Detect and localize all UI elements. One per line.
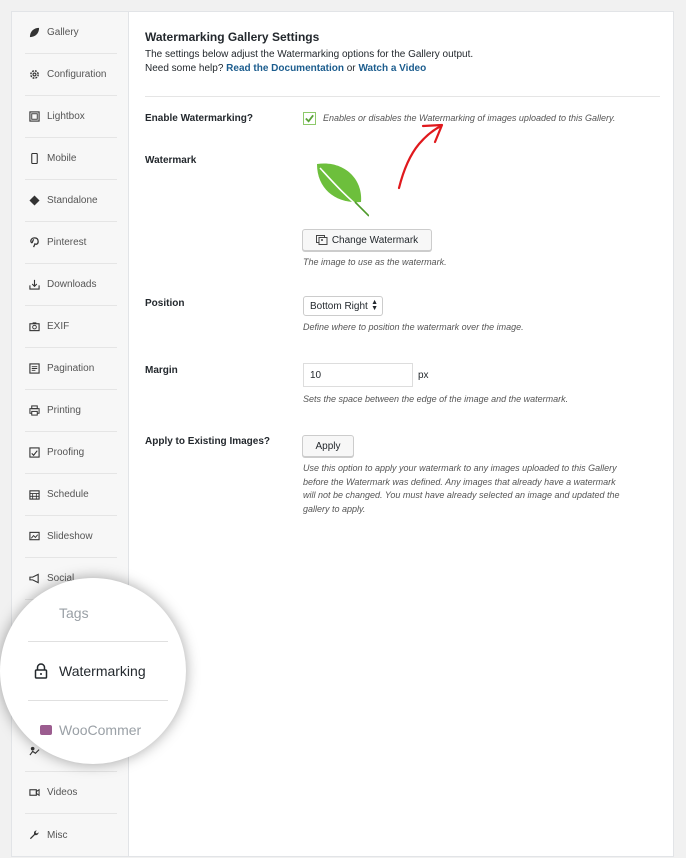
lock-icon — [34, 663, 48, 679]
sidebar-item-label: Schedule — [47, 489, 89, 500]
enable-watermarking-checkbox[interactable] — [303, 112, 316, 125]
download-icon — [28, 279, 40, 291]
magnifier-item-watermarking[interactable]: Watermarking — [0, 642, 186, 700]
checkmark-icon — [305, 114, 314, 123]
calendar-icon — [28, 489, 40, 501]
sidebar-item-schedule[interactable]: Schedule — [25, 474, 117, 516]
sidebar-item-label: EXIF — [47, 321, 70, 332]
sidebar-item-standalone[interactable]: Standalone — [25, 180, 117, 222]
slideshow-icon — [28, 531, 40, 543]
sidebar-item-pinterest[interactable]: Pinterest — [25, 222, 117, 264]
position-help: Define where to position the watermark o… — [303, 322, 524, 332]
margin-label: Margin — [145, 365, 178, 376]
sidebar-item-downloads[interactable]: Downloads — [25, 264, 117, 306]
sidebar-item-label: Lightbox — [47, 111, 85, 122]
sidebar-item-gallery[interactable]: Gallery — [25, 12, 117, 54]
sidebar-item-label: Configuration — [47, 69, 107, 80]
position-label: Position — [145, 298, 185, 309]
enable-watermarking-label: Enable Watermarking? — [145, 113, 253, 124]
proofing-icon — [28, 447, 40, 459]
divider — [145, 96, 660, 97]
watermark-help: The image to use as the watermark. — [303, 257, 447, 267]
printer-icon — [28, 405, 40, 417]
sidebar-item-label: Misc — [47, 829, 68, 841]
help-line: Need some help? Read the Documentation o… — [145, 63, 426, 74]
lightbox-icon — [28, 111, 40, 123]
page-title: Watermarking Gallery Settings — [145, 30, 320, 44]
sidebar-item-label: Slideshow — [47, 531, 93, 542]
watermark-leaf-image — [317, 163, 369, 217]
sidebar-item-exif[interactable]: EXIF — [25, 306, 117, 348]
camera-icon — [28, 321, 40, 333]
sidebar-item-label: Printing — [47, 405, 81, 416]
sidebar-item-label: Videos — [47, 787, 78, 798]
pagination-icon — [28, 363, 40, 375]
apply-help-line: gallery to apply. — [303, 503, 366, 514]
video-link[interactable]: Watch a Video — [358, 63, 426, 74]
documentation-link[interactable]: Read the Documentation — [226, 63, 344, 74]
enable-watermarking-help: Enables or disables the Watermarking of … — [323, 113, 616, 123]
standalone-icon — [28, 195, 40, 207]
leaf-icon — [28, 27, 40, 39]
watermark-label: Watermark — [145, 155, 197, 166]
woocommerce-icon — [40, 725, 52, 735]
apply-help: Use this option to apply your watermark … — [303, 462, 663, 516]
magnifier-item-tags[interactable]: Tags — [0, 584, 186, 642]
apply-button-label: Apply — [315, 440, 341, 452]
or-text: or — [346, 63, 356, 74]
sidebar-item-mobile[interactable]: Mobile — [25, 138, 117, 180]
magnifier-watermarking-label: Watermarking — [59, 663, 146, 679]
sidebar-item-proofing[interactable]: Proofing — [25, 432, 117, 474]
magnifier-woocommerce-label: WooCommer — [59, 722, 142, 738]
sidebar-item-misc[interactable]: Misc — [25, 814, 117, 856]
sidebar-item-slideshow[interactable]: Slideshow — [25, 516, 117, 558]
sidebar-item-label: Mobile — [47, 153, 77, 164]
change-watermark-label: Change Watermark — [331, 234, 419, 246]
sidebar-item-lightbox[interactable]: Lightbox — [25, 96, 117, 138]
change-watermark-button[interactable]: Change Watermark — [302, 229, 432, 251]
magnifier-callout: Tags Watermarking WooCommer — [0, 578, 186, 764]
sidebar-item-configuration[interactable]: Configuration — [25, 54, 117, 96]
apply-button[interactable]: Apply — [302, 435, 354, 457]
margin-value: 10 — [310, 369, 322, 381]
magnifier-tags-label: Tags — [59, 605, 89, 621]
margin-help: Sets the space between the edge of the i… — [303, 394, 569, 404]
sidebar-item-label: Pagination — [47, 363, 95, 374]
wrench-icon — [28, 829, 40, 841]
megaphone-icon — [28, 573, 40, 585]
mobile-icon — [28, 153, 40, 165]
position-select[interactable]: Bottom Right ▲ ▼ — [303, 296, 383, 316]
sidebar-item-label: Downloads — [47, 279, 97, 290]
sidebar-item-pagination[interactable]: Pagination — [25, 348, 117, 390]
gear-icon — [28, 69, 40, 81]
apply-help-line: will not be changed. You must have alrea… — [303, 490, 620, 500]
margin-input[interactable]: 10 — [303, 363, 413, 387]
margin-unit: px — [418, 370, 429, 381]
annotation-arrow-icon — [397, 123, 444, 190]
sidebar-item-label: Pinterest — [47, 237, 87, 248]
image-icon — [315, 235, 328, 245]
sidebar-item-label: Gallery — [47, 27, 79, 38]
sidebar-item-videos[interactable]: Videos — [25, 772, 117, 814]
video-icon — [28, 787, 40, 799]
help-prefix: Need some help? — [145, 63, 224, 74]
select-arrows-icon: ▲ ▼ — [371, 299, 378, 312]
sidebar-item-label: Proofing — [47, 447, 85, 458]
magnifier-item-woocommerce[interactable]: WooCommer — [0, 701, 186, 759]
apply-help-line: before the Watermark was defined. Any im… — [303, 476, 616, 487]
position-value: Bottom Right — [310, 300, 368, 312]
apply-help-line: Use this option to apply your watermark … — [303, 463, 617, 473]
pinterest-icon — [28, 237, 40, 249]
sidebar-item-label: Standalone — [47, 195, 98, 206]
sidebar-item-printing[interactable]: Printing — [25, 390, 117, 432]
page-description: The settings below adjust the Watermarki… — [145, 49, 474, 60]
apply-existing-label: Apply to Existing Images? — [145, 436, 271, 447]
